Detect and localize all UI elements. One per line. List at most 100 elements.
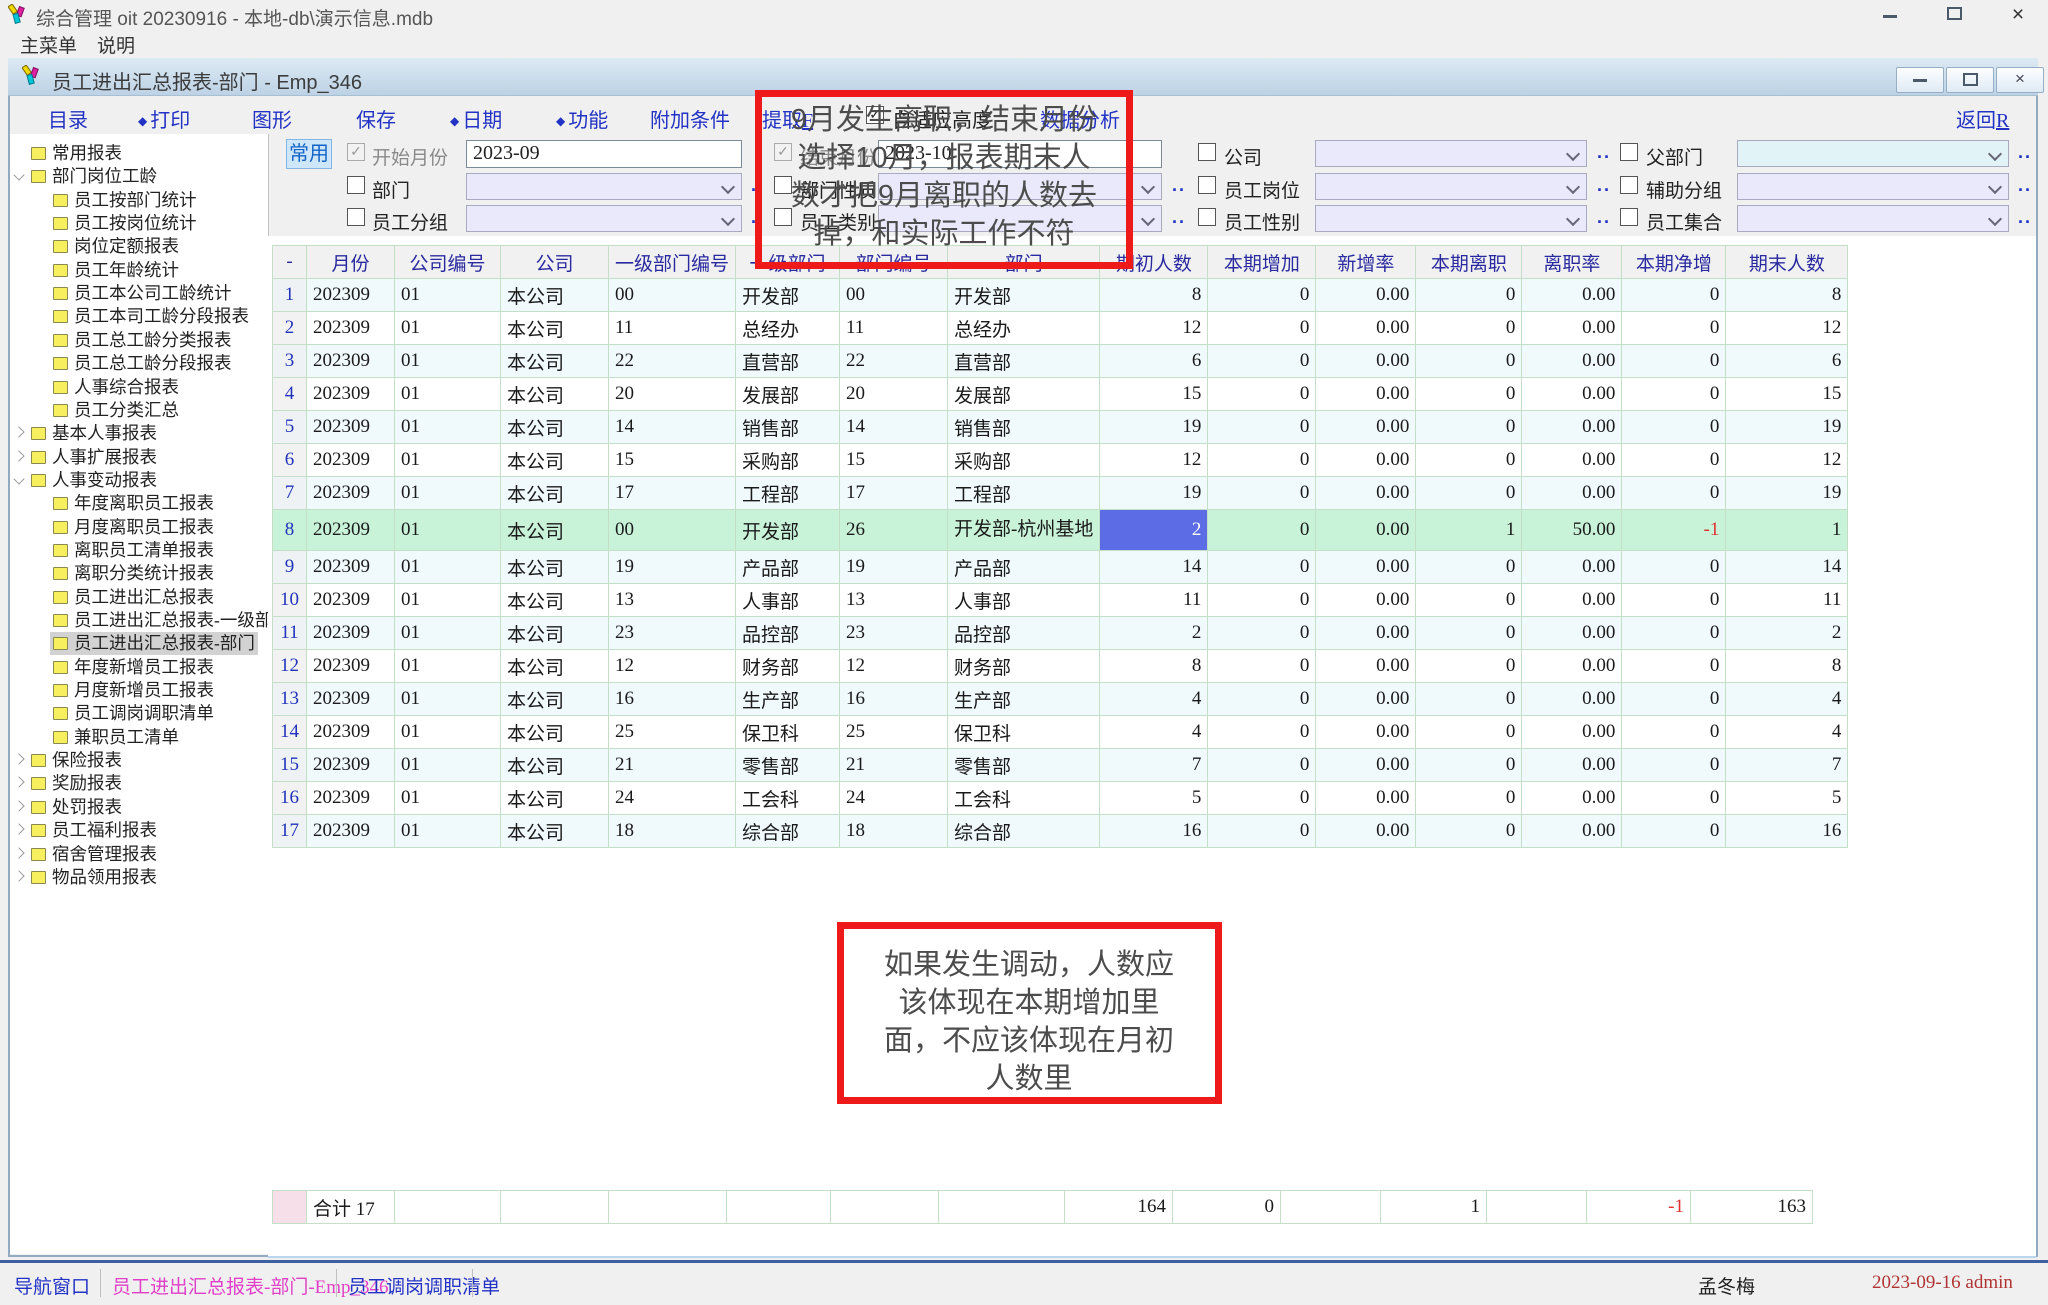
- table-cell[interactable]: 22: [840, 345, 948, 378]
- row-number-cell[interactable]: 16: [273, 782, 307, 815]
- table-cell[interactable]: 00: [609, 510, 736, 551]
- table-cell[interactable]: 01: [395, 683, 501, 716]
- filter-checkbox-开始月份[interactable]: ✓: [347, 143, 365, 161]
- report-restore-button[interactable]: [1946, 67, 1994, 93]
- table-cell[interactable]: 14: [840, 411, 948, 444]
- table-cell[interactable]: 本公司: [501, 749, 609, 782]
- column-header-部门编号[interactable]: 部门编号: [840, 246, 948, 279]
- filter-more-button-员工分组[interactable]: ..: [751, 207, 765, 228]
- table-cell[interactable]: 11: [1726, 584, 1848, 617]
- table-cell[interactable]: 总经办: [736, 312, 840, 345]
- filter-checkbox-员工岗位[interactable]: [1198, 176, 1216, 194]
- filter-dropdown-员工性别[interactable]: [1315, 205, 1587, 232]
- table-cell[interactable]: 0.00: [1316, 551, 1416, 584]
- filter-checkbox-父部门[interactable]: [1620, 143, 1638, 161]
- tree-item-14[interactable]: 人事变动报表: [10, 469, 268, 492]
- filter-more-button-辅助分组[interactable]: ..: [2018, 175, 2032, 196]
- table-cell[interactable]: 0: [1622, 815, 1726, 848]
- table-cell[interactable]: 01: [395, 716, 501, 749]
- filter-dropdown-部门[interactable]: [466, 173, 742, 200]
- table-cell[interactable]: 产品部: [736, 551, 840, 584]
- filter-dropdown-员工集合[interactable]: [1737, 205, 2009, 232]
- table-cell[interactable]: 0.00: [1522, 815, 1622, 848]
- app-close-button[interactable]: ×: [1990, 2, 2046, 28]
- column-header-本期净增[interactable]: 本期净增: [1622, 246, 1726, 279]
- table-cell[interactable]: 本公司: [501, 510, 609, 551]
- tree-item-17[interactable]: 离职员工清单报表: [10, 539, 268, 562]
- tree-item-3[interactable]: 员工按岗位统计: [10, 212, 268, 235]
- table-cell[interactable]: 总经办: [948, 312, 1100, 345]
- filter-more-button-部门性质[interactable]: ..: [1172, 175, 1186, 196]
- tree-item-24[interactable]: 员工调岗调职清单: [10, 702, 268, 725]
- table-cell[interactable]: 0: [1622, 650, 1726, 683]
- table-cell[interactable]: 保卫科: [736, 716, 840, 749]
- table-cell[interactable]: 采购部: [948, 444, 1100, 477]
- row-number-cell[interactable]: 17: [273, 815, 307, 848]
- toolbar-link-0[interactable]: 目录: [48, 104, 88, 133]
- table-cell[interactable]: 0: [1622, 551, 1726, 584]
- tree-item-31[interactable]: 物品领用报表: [10, 866, 268, 889]
- table-cell[interactable]: 202309: [307, 584, 395, 617]
- table-cell[interactable]: 品控部: [736, 617, 840, 650]
- row-number-cell[interactable]: 2: [273, 312, 307, 345]
- table-cell[interactable]: 01: [395, 815, 501, 848]
- filter-checkbox-员工集合[interactable]: [1620, 208, 1638, 226]
- autofit-height-checkbox[interactable]: ✓: [866, 106, 884, 124]
- table-cell[interactable]: 23: [609, 617, 736, 650]
- statusbar-tab-0[interactable]: 导航窗口: [14, 1272, 90, 1299]
- table-cell[interactable]: 综合部: [948, 815, 1100, 848]
- app-minimize-button[interactable]: [1862, 2, 1918, 28]
- table-cell[interactable]: 12: [840, 650, 948, 683]
- table-cell[interactable]: 15: [840, 444, 948, 477]
- table-cell[interactable]: 0: [1416, 411, 1522, 444]
- table-cell[interactable]: 本公司: [501, 617, 609, 650]
- tree-item-26[interactable]: 保险报表: [10, 749, 268, 772]
- table-cell[interactable]: 0: [1622, 477, 1726, 510]
- table-cell[interactable]: 202309: [307, 279, 395, 312]
- table-cell[interactable]: 202309: [307, 378, 395, 411]
- table-cell[interactable]: 202309: [307, 650, 395, 683]
- table-cell[interactable]: 1: [1416, 510, 1522, 551]
- table-cell[interactable]: 21: [840, 749, 948, 782]
- table-cell[interactable]: 4: [1726, 716, 1848, 749]
- table-cell[interactable]: 202309: [307, 477, 395, 510]
- table-cell[interactable]: 发展部: [736, 378, 840, 411]
- table-cell[interactable]: 0: [1208, 617, 1316, 650]
- table-cell[interactable]: 0.00: [1316, 345, 1416, 378]
- table-cell[interactable]: 4: [1100, 716, 1208, 749]
- tree-collapsed-icon[interactable]: [13, 847, 24, 858]
- row-number-cell[interactable]: 8: [273, 510, 307, 551]
- table-cell[interactable]: 01: [395, 477, 501, 510]
- row-number-cell[interactable]: 3: [273, 345, 307, 378]
- table-cell[interactable]: 0: [1416, 378, 1522, 411]
- table-cell[interactable]: 0: [1622, 279, 1726, 312]
- filter-checkbox-部门[interactable]: [347, 176, 365, 194]
- row-number-cell[interactable]: 4: [273, 378, 307, 411]
- tree-item-22[interactable]: 年度新增员工报表: [10, 656, 268, 679]
- table-cell[interactable]: 01: [395, 551, 501, 584]
- tree-item-9[interactable]: 员工总工龄分段报表: [10, 352, 268, 375]
- toolbar-link-2[interactable]: 图形: [252, 104, 292, 133]
- filter-dropdown-员工类别[interactable]: [878, 205, 1162, 232]
- table-cell[interactable]: 本公司: [501, 411, 609, 444]
- table-cell[interactable]: 2: [1726, 617, 1848, 650]
- table-cell[interactable]: 0: [1416, 279, 1522, 312]
- table-cell[interactable]: 202309: [307, 716, 395, 749]
- table-cell[interactable]: 01: [395, 411, 501, 444]
- table-cell[interactable]: 0: [1416, 782, 1522, 815]
- toolbar-link-7[interactable]: 提取F: [762, 104, 813, 133]
- table-cell[interactable]: 本公司: [501, 345, 609, 378]
- table-cell[interactable]: 0.00: [1522, 411, 1622, 444]
- tree-item-7[interactable]: 员工本司工龄分段报表: [10, 305, 268, 328]
- table-cell[interactable]: 0: [1622, 345, 1726, 378]
- table-cell[interactable]: 7: [1726, 749, 1848, 782]
- table-cell[interactable]: 0: [1416, 584, 1522, 617]
- table-cell[interactable]: 0.00: [1316, 279, 1416, 312]
- table-cell[interactable]: 0: [1622, 411, 1726, 444]
- table-cell[interactable]: 0.00: [1316, 312, 1416, 345]
- table-cell[interactable]: 0.00: [1522, 683, 1622, 716]
- table-cell[interactable]: 0: [1208, 411, 1316, 444]
- table-cell[interactable]: 19: [840, 551, 948, 584]
- table-cell[interactable]: 01: [395, 782, 501, 815]
- report-minimize-button[interactable]: [1896, 67, 1944, 93]
